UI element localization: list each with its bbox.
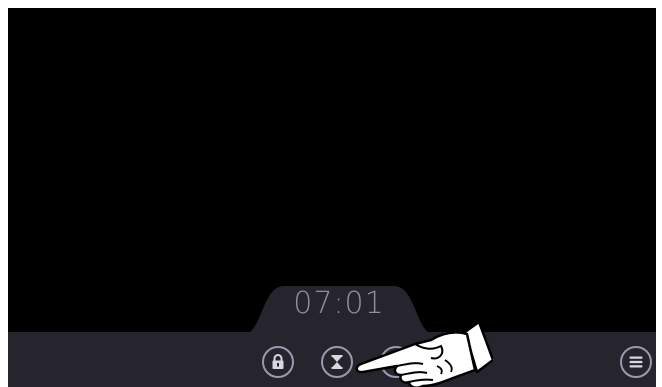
- hourglass-icon: [331, 355, 343, 369]
- lock-button[interactable]: [262, 346, 294, 378]
- sleep-timer-button[interactable]: [321, 346, 353, 378]
- menu-icon: [629, 356, 643, 368]
- video-screen[interactable]: 07:01: [8, 8, 656, 387]
- clock-display: 07:01: [293, 286, 385, 321]
- menu-button[interactable]: [620, 346, 652, 378]
- lock-icon: [272, 354, 284, 369]
- pointing-hand-icon: [353, 320, 495, 387]
